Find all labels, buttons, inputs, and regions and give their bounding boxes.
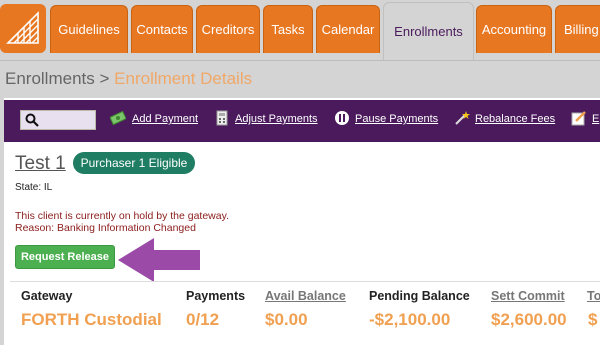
search-icon: [25, 113, 39, 127]
header-gateway: Gateway: [21, 289, 73, 303]
tab-creditors[interactable]: Creditors: [196, 5, 260, 53]
breadcrumb-current: Enrollment Details: [114, 69, 253, 88]
edit-icon: [571, 111, 586, 126]
status-badge: Purchaser 1 Eligible: [73, 152, 195, 174]
request-release-button[interactable]: Request Release: [15, 245, 115, 269]
tab-label: Contacts: [136, 22, 188, 37]
tab-billing[interactable]: Billing: [555, 5, 600, 53]
hold-notice: This client is currently on hold by the …: [15, 210, 229, 234]
tab-accounting[interactable]: Accounting: [476, 5, 552, 53]
hold-reason: Reason: Banking Information Changed: [15, 222, 196, 234]
tab-label: Accounting: [481, 22, 547, 37]
pause-payments-link[interactable]: Pause Payments: [355, 113, 438, 125]
tab-label: Guidelines: [58, 22, 120, 37]
header-avail-balance[interactable]: Avail Balance: [265, 289, 346, 303]
value-total: $: [588, 310, 598, 329]
breadcrumb-parent[interactable]: Enrollments: [5, 69, 95, 88]
tab-tasks[interactable]: Tasks: [263, 5, 313, 53]
value-payments: 0/12: [186, 310, 220, 329]
header-sett-commit[interactable]: Sett Commit: [491, 289, 565, 303]
client-state: State: IL: [15, 182, 53, 193]
client-name[interactable]: Test 1: [15, 153, 66, 175]
calculator-icon: [216, 110, 228, 126]
tab-contacts[interactable]: Contacts: [131, 5, 193, 53]
value-sett-commit: $2,600.00: [491, 310, 567, 329]
header-payments: Payments: [186, 289, 246, 303]
tab-label: Billing: [564, 22, 599, 37]
value-pending-balance: -$2,100.00: [369, 310, 451, 329]
logo-icon: [6, 11, 39, 44]
rebalance-fees-link[interactable]: Rebalance Fees: [475, 113, 555, 125]
breadcrumb-separator: >: [99, 69, 110, 88]
tab-label: Tasks: [271, 22, 305, 37]
adjust-payments-link[interactable]: Adjust Payments: [235, 113, 318, 125]
app-logo[interactable]: [0, 4, 46, 53]
search-input[interactable]: [20, 110, 96, 130]
pause-icon: [335, 111, 349, 125]
value-avail-balance: $0.00: [265, 310, 308, 329]
tab-guidelines[interactable]: Guidelines: [50, 5, 128, 53]
header-total[interactable]: To: [587, 289, 600, 303]
tab-label: Creditors: [201, 22, 255, 37]
tab-calendar[interactable]: Calendar: [316, 5, 380, 53]
tab-label: Enrollments: [394, 24, 463, 39]
callout-arrow-icon: [118, 238, 200, 282]
tab-label: Calendar: [321, 22, 375, 37]
breadcrumb: Enrollments > Enrollment Details: [5, 69, 252, 89]
header-pending-balance: Pending Balance: [369, 289, 470, 303]
edit-link[interactable]: E: [592, 113, 599, 125]
value-gateway: FORTH Custodial: [21, 310, 162, 329]
tab-enrollments[interactable]: Enrollments: [383, 2, 474, 60]
add-payment-link[interactable]: Add Payment: [132, 113, 198, 125]
money-icon: [110, 110, 126, 126]
magic-wand-icon: [455, 111, 470, 125]
hold-message: This client is currently on hold by the …: [15, 210, 229, 222]
